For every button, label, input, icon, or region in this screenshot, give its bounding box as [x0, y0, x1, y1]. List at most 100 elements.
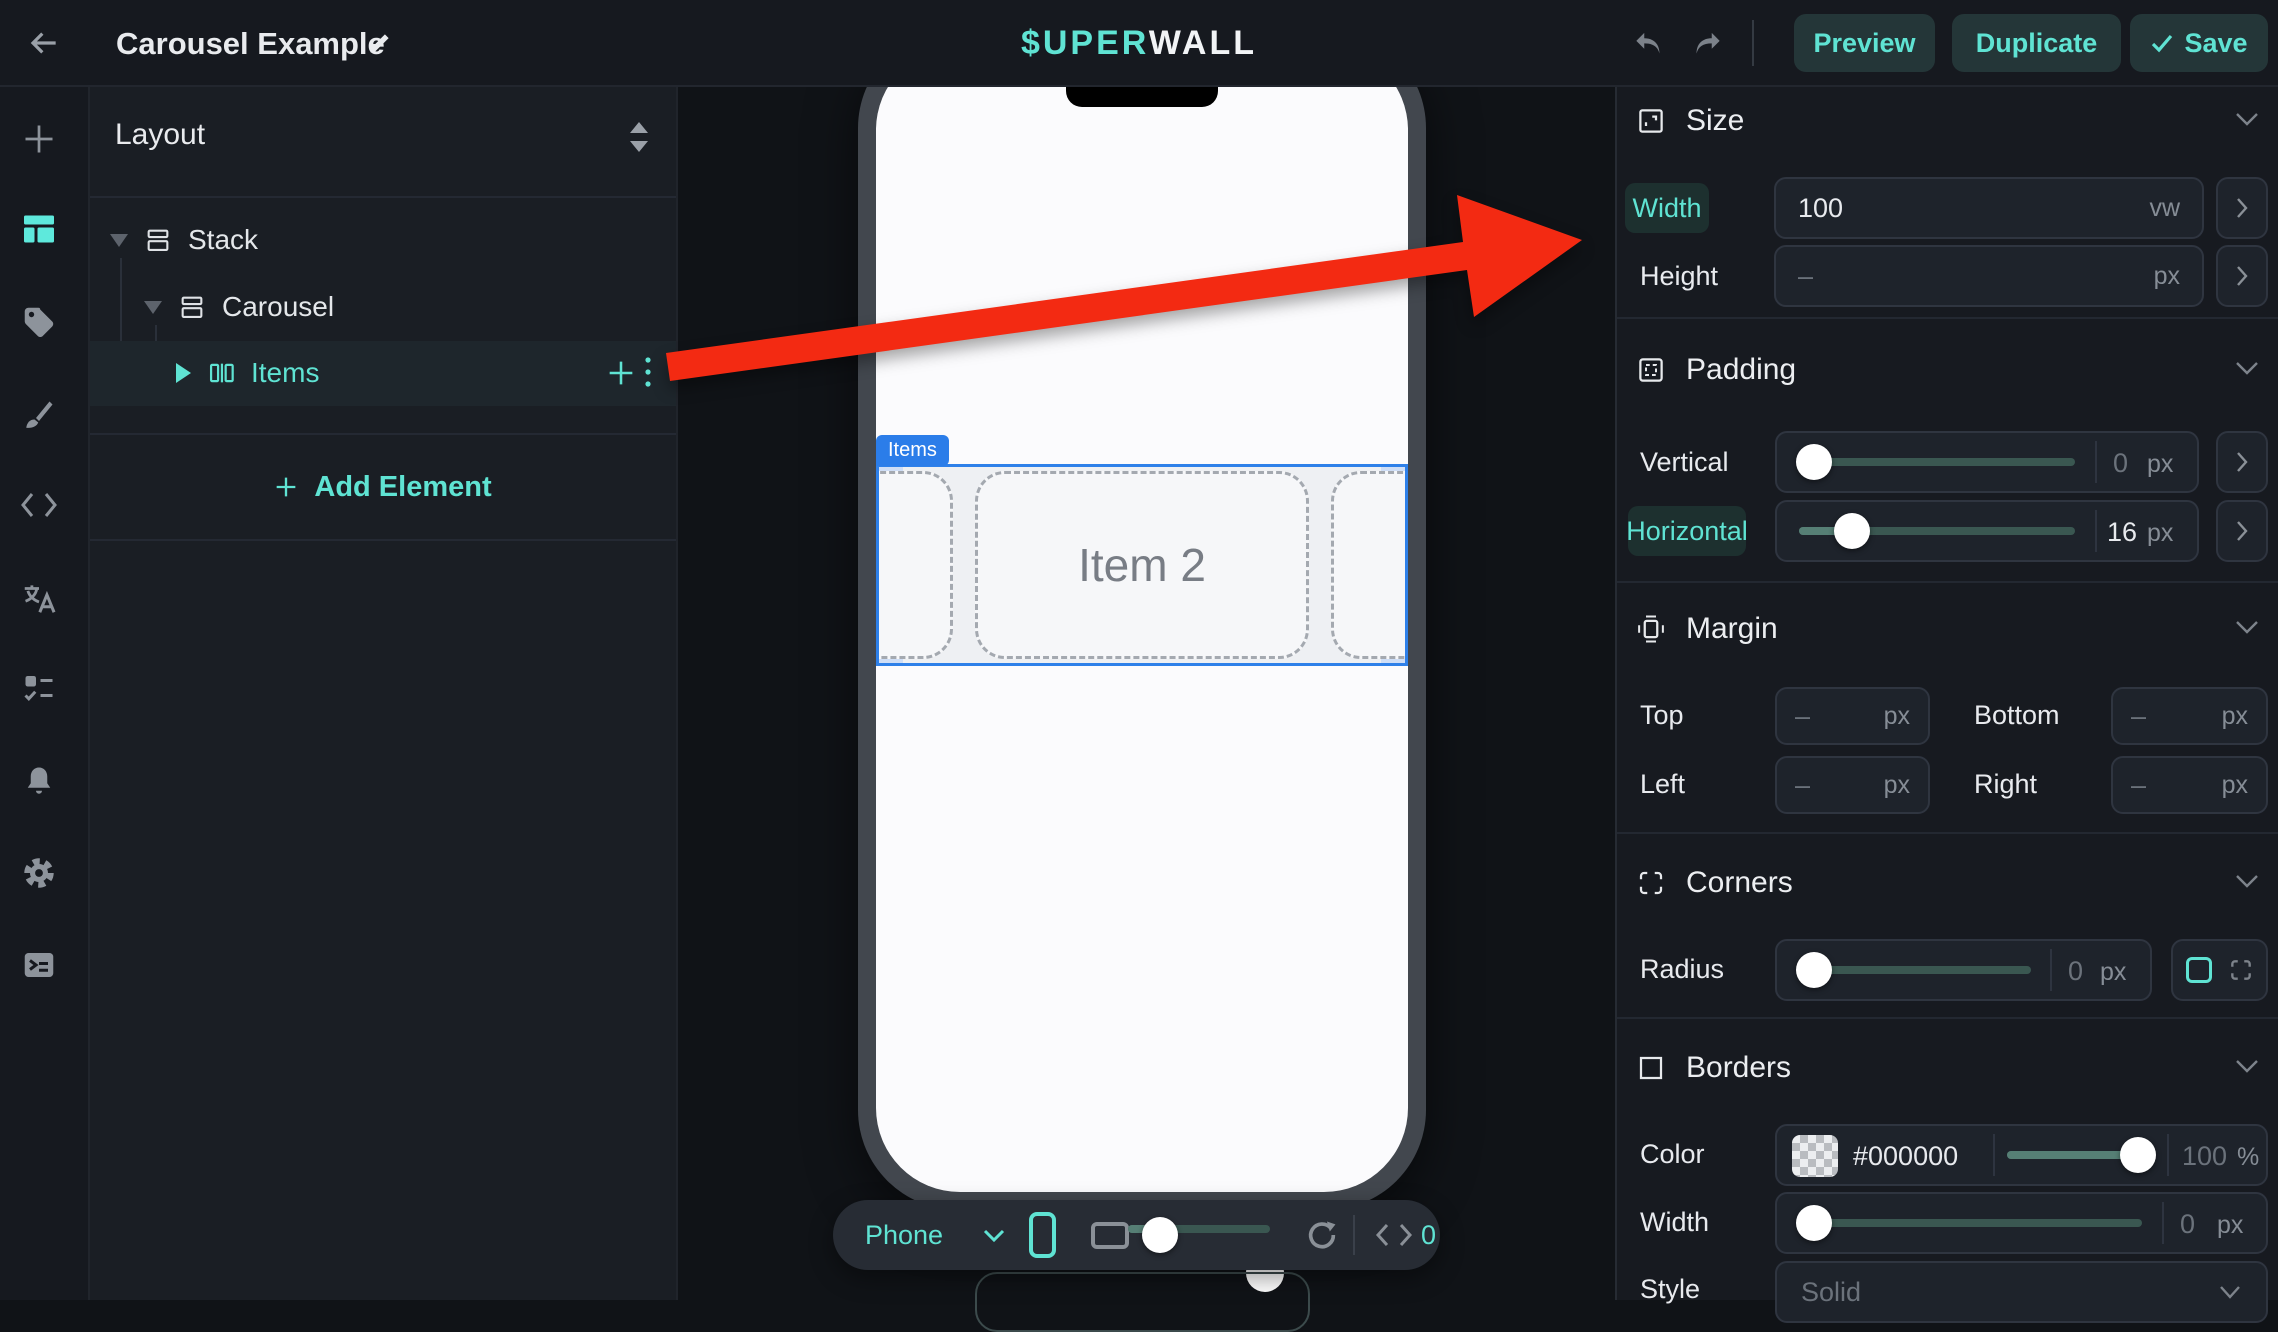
divider — [1993, 1134, 1995, 1176]
sort-icon[interactable] — [628, 122, 650, 152]
color-hex-value[interactable]: #000000 — [1853, 1141, 1958, 1172]
border-color-label: Color — [1640, 1139, 1705, 1170]
tree-row-carousel[interactable]: Carousel — [144, 279, 334, 335]
terminal-icon[interactable] — [21, 947, 57, 983]
portrait-device-icon[interactable] — [1029, 1212, 1056, 1258]
expand-right-icon[interactable] — [176, 363, 191, 383]
phone-notch — [1066, 87, 1218, 107]
device-selector[interactable]: Phone — [865, 1220, 943, 1251]
bell-icon[interactable] — [21, 763, 57, 799]
horizontal-padding-pill[interactable]: Horizontal — [1628, 506, 1746, 556]
paintbrush-icon[interactable] — [21, 397, 57, 433]
margin-bottom-input[interactable]: – px — [2111, 687, 2268, 745]
width-property-pill[interactable]: Width — [1625, 183, 1709, 233]
more-options-icon[interactable] — [642, 355, 654, 391]
add-element-button[interactable]: Add Element — [88, 459, 676, 515]
add-icon[interactable] — [21, 121, 57, 157]
divider — [2162, 1202, 2164, 1244]
refresh-icon[interactable] — [1305, 1218, 1339, 1252]
chevron-down-icon[interactable] — [2234, 1057, 2260, 1075]
panel-divider — [88, 539, 676, 541]
carousel-items-band: Item 2 — [879, 467, 1405, 663]
code-icon[interactable] — [1375, 1222, 1413, 1248]
divider — [2050, 949, 2052, 991]
opacity-slider-fill — [2007, 1151, 2138, 1159]
expand-down-icon[interactable] — [144, 301, 162, 314]
tag-icon[interactable] — [21, 304, 57, 340]
vertical-padding-expand-button[interactable] — [2216, 431, 2268, 493]
save-button[interactable]: Save — [2130, 14, 2268, 72]
preview-button[interactable]: Preview — [1794, 14, 1935, 72]
gear-icon[interactable] — [21, 855, 57, 891]
chevron-right-icon — [2235, 519, 2249, 543]
border-width-slider[interactable]: 0 px — [1775, 1192, 2268, 1254]
item-label: Item 2 — [1078, 538, 1206, 592]
borders-icon — [1636, 1053, 1666, 1083]
undo-icon[interactable] — [1630, 25, 1668, 63]
top-bar: Carousel Example $UPERWALL Preview Dupli… — [0, 0, 2278, 87]
horizontal-padding-expand-button[interactable] — [2216, 500, 2268, 562]
height-input[interactable]: – px — [1774, 245, 2204, 307]
panel-divider — [88, 433, 676, 435]
slider-track[interactable] — [1799, 966, 2031, 974]
landscape-device-icon[interactable] — [1091, 1222, 1129, 1249]
translate-icon[interactable] — [20, 579, 58, 617]
vertical-padding-slider[interactable]: 0 px — [1775, 431, 2199, 493]
slider-track[interactable] — [1799, 1219, 2142, 1227]
individual-corners-icon[interactable] — [2228, 957, 2254, 983]
plus-icon — [272, 473, 300, 501]
zoom-slider-thumb[interactable] — [1142, 1217, 1178, 1253]
slider-thumb[interactable] — [1796, 1205, 1832, 1241]
expand-down-icon[interactable] — [110, 234, 128, 247]
margin-top-input[interactable]: – px — [1775, 687, 1930, 745]
carousel-item-next — [1331, 471, 1405, 659]
layout-panel: Layout Stack Carousel Items — [88, 87, 676, 1300]
chevron-down-icon[interactable] — [2234, 110, 2260, 128]
tree-row-items[interactable]: Items — [176, 345, 319, 401]
margin-top-label: Top — [1640, 700, 1684, 731]
horizontal-padding-slider[interactable]: 16 px — [1775, 500, 2199, 562]
height-expand-button[interactable] — [2216, 245, 2268, 307]
chevron-down-icon[interactable] — [981, 1228, 1007, 1244]
slider-track[interactable] — [1799, 458, 2075, 466]
divider — [2167, 1134, 2169, 1176]
border-width-label: Width — [1640, 1207, 1709, 1238]
carousel-item-current[interactable]: Item 2 — [975, 471, 1309, 659]
add-child-icon[interactable] — [604, 356, 638, 390]
code-tool-icon[interactable] — [19, 490, 59, 520]
vertical-padding-label: Vertical — [1640, 447, 1729, 478]
width-input[interactable]: 100 vw — [1774, 177, 2204, 239]
checklist-icon[interactable] — [21, 670, 57, 706]
radius-label: Radius — [1640, 954, 1724, 985]
border-style-select[interactable]: Solid — [1775, 1261, 2268, 1323]
redo-icon[interactable] — [1688, 25, 1726, 63]
code-count: 0 — [1421, 1220, 1436, 1251]
carousel-items-selection[interactable]: Item 2 — [876, 464, 1408, 666]
chevron-down-icon[interactable] — [2234, 618, 2260, 636]
opacity-slider-thumb[interactable] — [2120, 1137, 2156, 1173]
tree-row-stack[interactable]: Stack — [110, 212, 258, 268]
slider-thumb[interactable] — [1834, 513, 1870, 549]
color-swatch[interactable] — [1792, 1135, 1838, 1177]
divider — [2095, 441, 2097, 483]
carousel-item-previous — [879, 471, 953, 659]
margin-left-input[interactable]: – px — [1775, 756, 1930, 814]
chevron-down-icon[interactable] — [2234, 359, 2260, 377]
layout-template-icon[interactable] — [21, 211, 57, 247]
chevron-right-icon — [2235, 450, 2249, 474]
slider-thumb[interactable] — [1796, 444, 1832, 480]
chevron-right-icon — [2235, 196, 2249, 220]
margin-right-input[interactable]: – px — [2111, 756, 2268, 814]
panel-divider — [88, 196, 676, 198]
duplicate-button[interactable]: Duplicate — [1952, 14, 2121, 72]
chevron-right-icon — [2235, 264, 2249, 288]
chevron-down-icon — [2218, 1284, 2242, 1300]
toolbar-divider — [1353, 1215, 1355, 1255]
uniform-radius-icon[interactable] — [2186, 957, 2212, 983]
width-expand-button[interactable] — [2216, 177, 2268, 239]
radius-slider[interactable]: 0 px — [1775, 939, 2152, 1001]
chevron-down-icon[interactable] — [2234, 872, 2260, 890]
slider-thumb[interactable] — [1796, 952, 1832, 988]
items-columns-icon — [207, 359, 235, 387]
margin-left-label: Left — [1640, 769, 1685, 800]
